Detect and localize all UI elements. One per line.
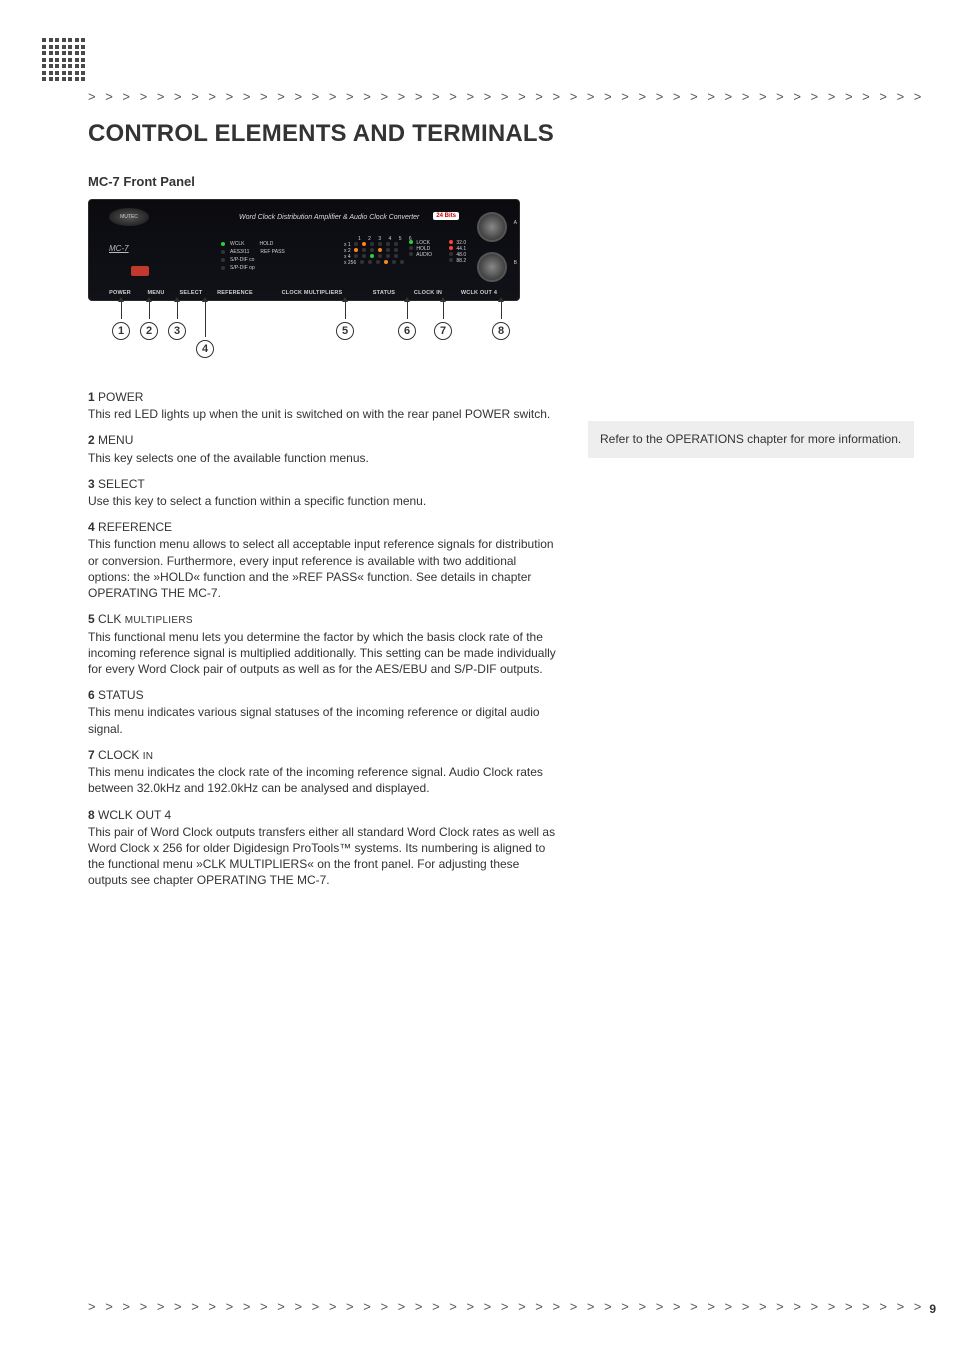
section-title: CONTROL ELEMENTS AND TERMINALS	[88, 120, 914, 148]
front-panel-image: MUTEC MC-7 Word Clock Distribution Ampli…	[88, 199, 520, 301]
item-3: 3 SELECT Use this key to select a functi…	[88, 476, 558, 509]
model-label: MC-7	[109, 244, 129, 253]
panel-red-button	[131, 266, 149, 276]
page: > > > > > > > > > > > > > > > > > > > > …	[0, 0, 954, 1350]
right-column: Refer to the OPERATIONS chapter for more…	[588, 199, 914, 458]
left-column: MUTEC MC-7 Word Clock Distribution Ampli…	[88, 199, 558, 899]
callout-row: 1 2 3 4 5 6 7 8	[88, 301, 518, 361]
callout-3: 3	[168, 301, 186, 340]
callout-5: 5	[336, 301, 354, 340]
item-5: 5 CLK MULTIPLIERS This functional menu l…	[88, 611, 558, 677]
bnc-out-a	[477, 212, 507, 242]
out-label-b: B	[514, 260, 517, 266]
item-1: 1 POWER This red LED lights up when the …	[88, 389, 558, 422]
reference-leds: WCLKHOLD AES3/11REF PASS S/P-DIF co S/P-…	[219, 240, 285, 272]
out-label-a: A	[514, 220, 517, 226]
panel-script-title: Word Clock Distribution Amplifier & Audi…	[239, 214, 419, 221]
header-chevron-rule: > > > > > > > > > > > > > > > > > > > > …	[88, 89, 924, 104]
page-number: 9	[929, 1302, 936, 1316]
callout-1: 1	[112, 301, 130, 340]
item-8-body: This pair of Word Clock outputs transfer…	[88, 824, 558, 889]
footer-chevron-rule: > > > > > > > > > > > > > > > > > > > > …	[88, 1299, 924, 1314]
item-7: 7 CLOCK IN This menu indicates the clock…	[88, 747, 558, 797]
brand-badge: MUTEC	[109, 208, 149, 226]
clockin-leds: 32.0 44.1 48.0 88.2	[447, 240, 466, 264]
panel-bottom-labels: POWER MENU SELECT REFERENCE CLOCK MULTIP…	[89, 290, 519, 296]
content-area: CONTROL ELEMENTS AND TERMINALS MC-7 Fron…	[88, 120, 914, 899]
callout-4: 4	[196, 301, 214, 358]
front-panel-figure: MUTEC MC-7 Word Clock Distribution Ampli…	[88, 199, 518, 361]
bits-badge: 24 Bits	[433, 212, 459, 220]
multiplier-leds: 1 2 3 4 5 6 x 1 x 2 x 4 x 256	[344, 236, 415, 266]
item-2: 2 MENU This key selects one of the avail…	[88, 432, 558, 465]
item-8: 8 WCLK OUT 4 This pair of Word Clock out…	[88, 807, 558, 889]
item-4: 4 REFERENCE This function menu allows to…	[88, 519, 558, 601]
bnc-out-b	[477, 252, 507, 282]
callout-7: 7	[434, 301, 452, 340]
subsection-title: MC-7 Front Panel	[88, 174, 914, 189]
sidebar-note: Refer to the OPERATIONS chapter for more…	[588, 421, 914, 458]
callout-6: 6	[398, 301, 416, 340]
status-leds: LOCK HOLD AUDIO	[407, 240, 432, 258]
brand-logo	[42, 38, 86, 82]
item-6: 6 STATUS This menu indicates various sig…	[88, 687, 558, 737]
callout-8: 8	[492, 301, 510, 340]
callout-2: 2	[140, 301, 158, 340]
